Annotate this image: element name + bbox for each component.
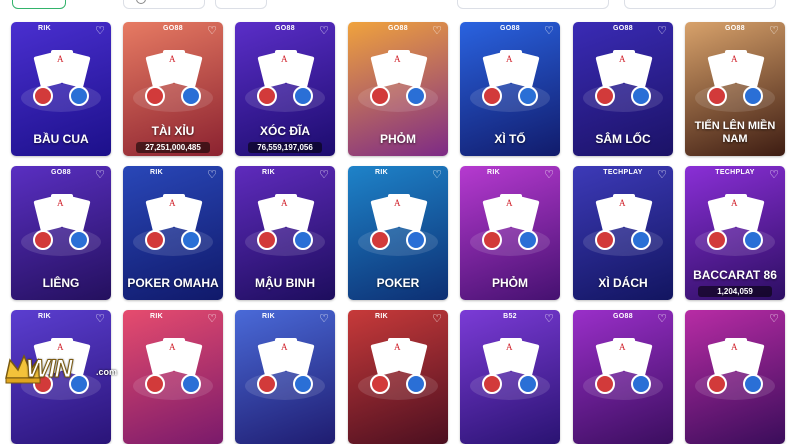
- svg-text:A: A: [506, 342, 513, 352]
- game-card-xoc-dia[interactable]: GO88 ♡ A XÓC ĐĨA 76,559,197,056: [235, 22, 335, 156]
- game-card-row3-2[interactable]: RIK ♡ A: [123, 310, 223, 444]
- game-card-sam-loc[interactable]: GO88 ♡ A SÂM LỐC: [573, 22, 673, 156]
- svg-text:A: A: [506, 198, 513, 208]
- svg-text:A: A: [169, 342, 176, 352]
- game-artwork: A: [358, 194, 438, 256]
- svg-text:A: A: [506, 54, 513, 64]
- svg-text:A: A: [169, 54, 176, 64]
- svg-text:A: A: [281, 342, 288, 352]
- game-artwork: A: [133, 50, 213, 112]
- svg-text:A: A: [731, 198, 738, 208]
- game-artwork: A: [245, 194, 325, 256]
- game-card-phom-go88[interactable]: GO88 ♡ A PHỎM: [348, 22, 448, 156]
- logo-text: WIN: [26, 355, 74, 384]
- svg-text:A: A: [57, 54, 64, 64]
- game-artwork: A: [133, 338, 213, 400]
- svg-text:A: A: [731, 54, 738, 64]
- brand-label: RIK: [262, 169, 275, 176]
- game-card-tien-len[interactable]: GO88 ♡ A TIẾN LÊN MIỀN NAM: [685, 22, 785, 156]
- brand-label: RIK: [262, 313, 275, 320]
- logo-suffix: .com: [96, 367, 118, 377]
- game-card-baccarat[interactable]: TECHPLAY ♡ A BACCARAT 86 1,204,059: [685, 166, 785, 300]
- game-card-row3-3[interactable]: RIK ♡ A: [235, 310, 335, 444]
- game-artwork: A: [358, 50, 438, 112]
- game-artwork: A: [583, 194, 663, 256]
- game-card-row3-4[interactable]: RIK ♡ A: [348, 310, 448, 444]
- game-card-mau-binh[interactable]: RIK ♡ A MẬU BINH: [235, 166, 335, 300]
- game-card-lieng[interactable]: GO88 ♡ A LIÊNG: [11, 166, 111, 300]
- game-title: TIẾN LÊN MIỀN NAM: [694, 120, 776, 145]
- jackpot-counter: 27,251,000,485: [136, 142, 210, 153]
- brand-label: RIK: [38, 313, 51, 320]
- game-card-poker-omaha[interactable]: RIK ♡ A POKER OMAHA: [123, 166, 223, 300]
- game-artwork: A: [358, 338, 438, 400]
- svg-text:A: A: [57, 198, 64, 208]
- game-artwork: A: [583, 338, 663, 400]
- game-artwork: A: [470, 194, 550, 256]
- game-title: SÂM LỐC: [595, 132, 651, 146]
- svg-text:A: A: [394, 54, 401, 64]
- game-title: PHỎM: [380, 132, 416, 146]
- site-logo: WIN .com: [0, 348, 130, 388]
- game-title: MẬU BINH: [255, 276, 315, 290]
- game-artwork: A: [133, 194, 213, 256]
- game-title: LIÊNG: [42, 276, 80, 290]
- brand-label: RIK: [150, 313, 163, 320]
- svg-text:A: A: [169, 198, 176, 208]
- game-artwork: A: [583, 50, 663, 112]
- jackpot-counter: 1,204,059: [698, 286, 772, 297]
- filter-bar: [0, 0, 800, 9]
- game-artwork: A: [21, 194, 101, 256]
- filter-chip[interactable]: [123, 0, 205, 9]
- game-card-bau-cua[interactable]: RIK ♡ A BẦU CUA: [11, 22, 111, 156]
- game-card-xi-to[interactable]: GO88 ♡ A XÌ TỐ: [460, 22, 560, 156]
- filter-icon: [136, 0, 146, 4]
- game-artwork: A: [245, 50, 325, 112]
- game-title: TÀI XỈU: [151, 124, 195, 138]
- game-title: PHỎM: [492, 276, 528, 290]
- game-title: BACCARAT 86: [693, 268, 777, 282]
- game-artwork: A: [695, 338, 775, 400]
- svg-text:A: A: [281, 54, 288, 64]
- game-card-row3-6[interactable]: GO88 ♡ A: [573, 310, 673, 444]
- svg-text:A: A: [619, 198, 626, 208]
- game-card-xi-dach[interactable]: TECHPLAY ♡ A XÌ DÁCH: [573, 166, 673, 300]
- game-card-tai-xiu[interactable]: GO88 ♡ A TÀI XỈU 27,251,000,485: [123, 22, 223, 156]
- game-title: POKER: [376, 276, 420, 290]
- filter-chip[interactable]: [457, 0, 609, 9]
- game-artwork: A: [695, 194, 775, 256]
- svg-text:A: A: [281, 198, 288, 208]
- game-artwork: A: [470, 50, 550, 112]
- brand-label: RIK: [375, 313, 388, 320]
- game-card-phom-rik[interactable]: RIK ♡ A PHỎM: [460, 166, 560, 300]
- svg-text:A: A: [394, 198, 401, 208]
- game-title: XÌ DÁCH: [598, 276, 648, 290]
- game-artwork: A: [695, 50, 775, 112]
- game-card-row3-7[interactable]: ♡ A: [685, 310, 785, 444]
- jackpot-counter: 76,559,197,056: [248, 142, 322, 153]
- svg-text:A: A: [619, 342, 626, 352]
- brand-label: RIK: [375, 169, 388, 176]
- game-title: XÓC ĐĨA: [259, 124, 310, 138]
- game-title: BẦU CUA: [33, 132, 89, 146]
- svg-text:A: A: [731, 342, 738, 352]
- game-title: XÌ TỐ: [494, 132, 526, 146]
- filter-chip[interactable]: [624, 0, 776, 9]
- filter-chip[interactable]: [215, 0, 267, 9]
- brand-label: RIK: [150, 169, 163, 176]
- brand-label: RIK: [38, 25, 51, 32]
- game-artwork: A: [470, 338, 550, 400]
- brand-label: RIK: [487, 169, 500, 176]
- filter-chip-active[interactable]: [12, 0, 66, 9]
- game-artwork: A: [245, 338, 325, 400]
- game-artwork: A: [21, 50, 101, 112]
- game-card-row3-5[interactable]: B52 ♡ A: [460, 310, 560, 444]
- svg-text:A: A: [619, 54, 626, 64]
- game-card-poker[interactable]: RIK ♡ A POKER: [348, 166, 448, 300]
- game-title: POKER OMAHA: [127, 276, 219, 290]
- svg-text:A: A: [394, 342, 401, 352]
